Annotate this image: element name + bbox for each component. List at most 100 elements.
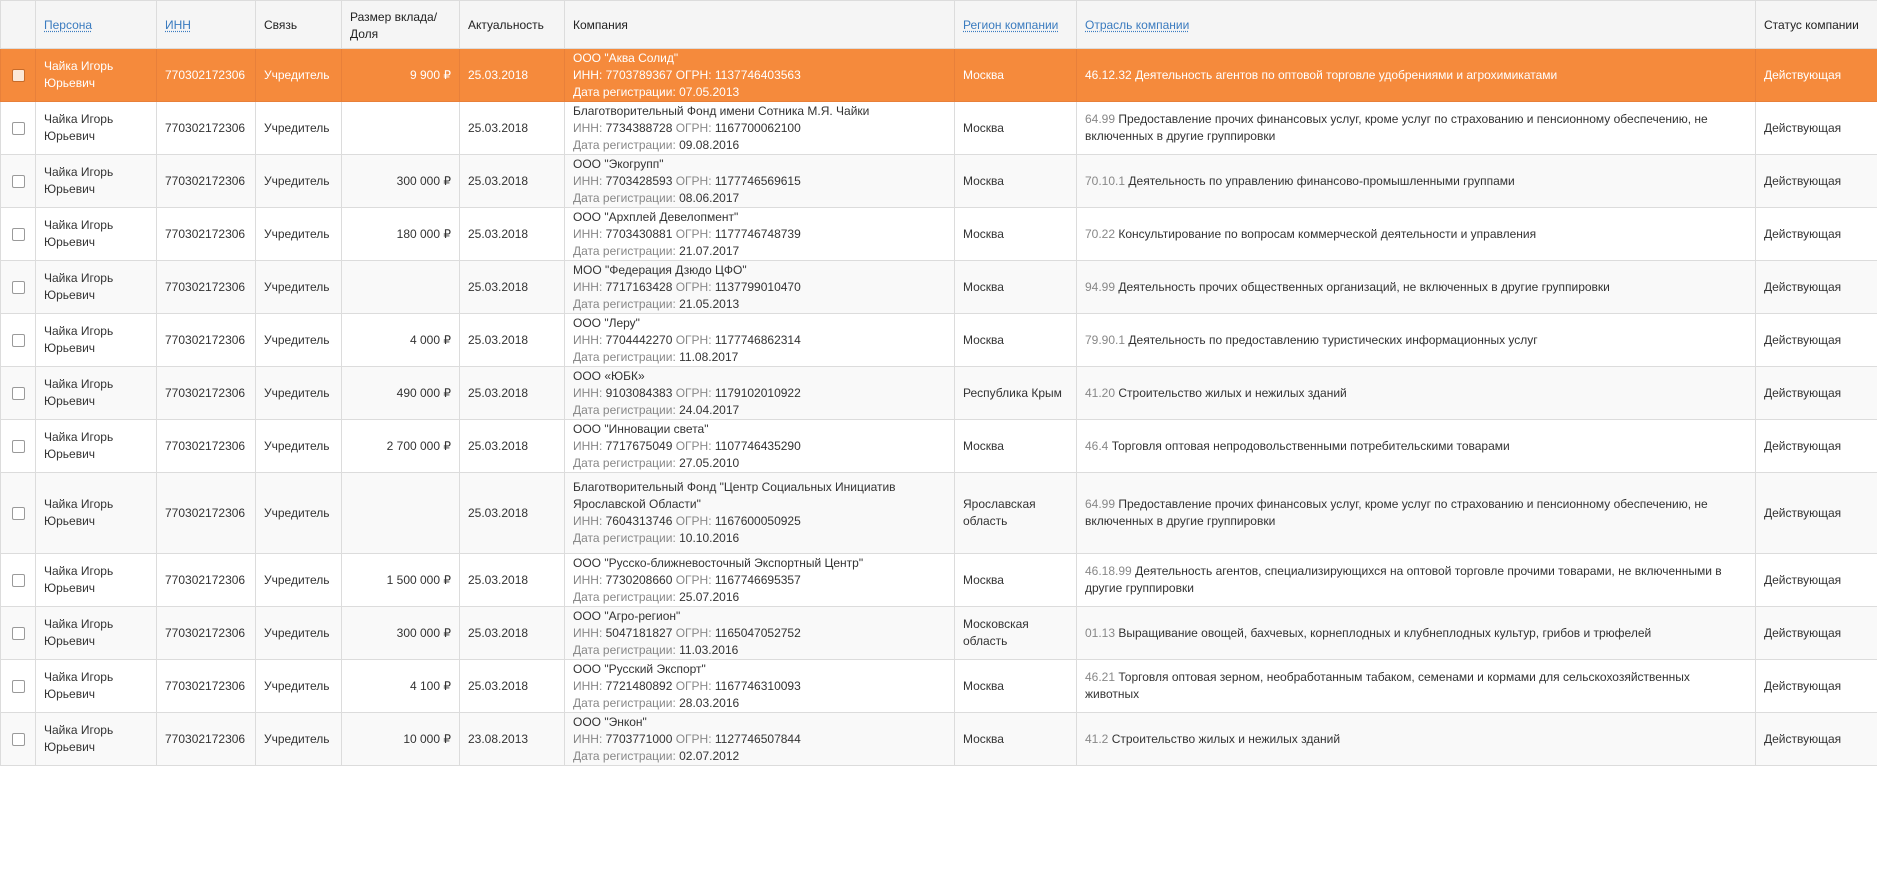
- person-name: Чайка Игорь Юрьевич: [44, 112, 114, 143]
- header-person[interactable]: Персона: [35, 0, 157, 49]
- table-row[interactable]: Чайка Игорь Юрьевич 770302172306 Учредит…: [0, 260, 1877, 314]
- row-select-cell[interactable]: [0, 606, 36, 660]
- company-ogrn-label: ОГРН:: [672, 678, 715, 693]
- company-name: ООО "Аква Солид": [573, 50, 679, 65]
- company-region: Ярославская область: [963, 497, 1036, 528]
- row-select-cell[interactable]: [0, 419, 36, 473]
- region-cell: Москва: [954, 553, 1077, 607]
- row-checkbox[interactable]: [11, 626, 25, 640]
- row-checkbox[interactable]: [11, 174, 25, 188]
- inn-cell: 770302172306: [156, 419, 256, 473]
- row-checkbox[interactable]: [11, 679, 25, 693]
- row-checkbox[interactable]: [11, 386, 25, 400]
- company-inn: 7730208660: [605, 572, 673, 587]
- row-checkbox[interactable]: [11, 227, 25, 241]
- header-inn[interactable]: ИНН: [156, 0, 256, 49]
- row-select-cell[interactable]: [0, 712, 36, 766]
- row-select-cell[interactable]: [0, 48, 36, 102]
- company-status: Действующая: [1764, 438, 1842, 453]
- company-registration: Дата регистрации: 02.07.2012: [573, 748, 946, 765]
- actuality-cell: 25.03.2018: [459, 366, 565, 420]
- inn-cell: 770302172306: [156, 101, 256, 155]
- company-inn: 7703789367: [605, 67, 673, 82]
- table-row[interactable]: Чайка Игорь Юрьевич 770302172306 Учредит…: [0, 472, 1877, 554]
- company-ogrn: 1165047052752: [714, 625, 801, 640]
- header-select-column: [0, 0, 36, 49]
- inn-cell: 770302172306: [156, 366, 256, 420]
- company-registration: Дата регистрации: 21.05.2013: [573, 296, 946, 313]
- company-inn-label: ИНН:: [573, 625, 606, 640]
- deposit-cell: 300 000 ₽: [341, 154, 460, 208]
- relation-type: Учредитель: [264, 385, 330, 400]
- row-checkbox[interactable]: [11, 732, 25, 746]
- relation-type: Учредитель: [264, 438, 330, 453]
- company-name: МОО "Федерация Дзюдо ЦФО": [573, 262, 747, 277]
- actuality-date: 25.03.2018: [468, 678, 529, 693]
- table-row[interactable]: Чайка Игорь Юрьевич 770302172306 Учредит…: [0, 207, 1877, 261]
- company-registration: Дата регистрации: 27.05.2010: [573, 455, 946, 472]
- actuality-date: 25.03.2018: [468, 332, 529, 347]
- company-inn: 9103084383: [605, 385, 673, 400]
- table-row[interactable]: Чайка Игорь Юрьевич 770302172306 Учредит…: [0, 553, 1877, 607]
- row-select-cell[interactable]: [0, 553, 36, 607]
- row-select-cell[interactable]: [0, 207, 36, 261]
- company-name: ООО "Экогрупп": [573, 156, 664, 171]
- results-page: Персона ИНН Связь Размер вклада/ Доля Ак…: [0, 0, 1877, 888]
- link-cell: Учредитель: [255, 712, 342, 766]
- table-row[interactable]: Чайка Игорь Юрьевич 770302172306 Учредит…: [0, 606, 1877, 660]
- company-region: Москва: [963, 332, 1004, 347]
- deposit-cell: 180 000 ₽: [341, 207, 460, 261]
- table-row[interactable]: Чайка Игорь Юрьевич 770302172306 Учредит…: [0, 419, 1877, 473]
- table-row[interactable]: Чайка Игорь Юрьевич 770302172306 Учредит…: [0, 366, 1877, 420]
- row-checkbox[interactable]: [11, 121, 25, 135]
- industry-code: 70.10.1: [1085, 173, 1126, 188]
- row-select-cell[interactable]: [0, 472, 36, 554]
- status-cell: Действующая: [1755, 553, 1877, 607]
- company-region: Москва: [963, 438, 1004, 453]
- company-reg-date: 21.05.2013: [679, 296, 740, 311]
- table-row[interactable]: Чайка Игорь Юрьевич 770302172306 Учредит…: [0, 659, 1877, 713]
- deposit-amount: 1 500 000 ₽: [386, 572, 451, 587]
- row-checkbox[interactable]: [11, 439, 25, 453]
- company-status: Действующая: [1764, 385, 1842, 400]
- actuality-date: 25.03.2018: [468, 505, 529, 520]
- table-row[interactable]: Чайка Игорь Юрьевич 770302172306 Учредит…: [0, 313, 1877, 367]
- inn-cell: 770302172306: [156, 260, 256, 314]
- actuality-cell: 25.03.2018: [459, 260, 565, 314]
- industry-cell: 70.10.1 Деятельность по управлению финан…: [1076, 154, 1756, 208]
- industry-text: Деятельность по управлению финансово-про…: [1128, 173, 1515, 188]
- header-industry[interactable]: Отрасль компании: [1076, 0, 1756, 49]
- industry-text: Выращивание овощей, бахчевых, корнеплодн…: [1118, 625, 1652, 640]
- row-checkbox[interactable]: [11, 68, 25, 82]
- industry-text: Деятельность агентов, специализирующихся…: [1085, 564, 1722, 595]
- person-name: Чайка Игорь Юрьевич: [44, 271, 114, 302]
- row-checkbox[interactable]: [11, 506, 25, 520]
- company-name: ООО "Русский Экспорт": [573, 661, 706, 676]
- company-cell: ООО "Энкон" ИНН: 7703771000 ОГРН: 112774…: [564, 712, 955, 766]
- header-region[interactable]: Регион компании: [954, 0, 1077, 49]
- region-cell: Республика Крым: [954, 366, 1077, 420]
- person-inn: 770302172306: [165, 678, 246, 693]
- row-select-cell[interactable]: [0, 260, 36, 314]
- actuality-cell: 25.03.2018: [459, 553, 565, 607]
- company-ogrn: 1167746695357: [714, 572, 801, 587]
- row-select-cell[interactable]: [0, 659, 36, 713]
- relation-type: Учредитель: [264, 226, 330, 241]
- row-checkbox[interactable]: [11, 280, 25, 294]
- industry-text: Деятельность по предоставлению туристиче…: [1128, 332, 1538, 347]
- table-row[interactable]: Чайка Игорь Юрьевич 770302172306 Учредит…: [0, 712, 1877, 766]
- row-checkbox[interactable]: [11, 573, 25, 587]
- table-row[interactable]: Чайка Игорь Юрьевич 770302172306 Учредит…: [0, 101, 1877, 155]
- company-status: Действующая: [1764, 572, 1842, 587]
- row-select-cell[interactable]: [0, 101, 36, 155]
- person-name: Чайка Игорь Юрьевич: [44, 59, 114, 90]
- row-checkbox[interactable]: [11, 333, 25, 347]
- relation-type: Учредитель: [264, 731, 330, 746]
- row-select-cell[interactable]: [0, 154, 36, 208]
- company-reg-label: Дата регистрации:: [573, 84, 680, 99]
- table-row[interactable]: Чайка Игорь Юрьевич 770302172306 Учредит…: [0, 154, 1877, 208]
- person-cell: Чайка Игорь Юрьевич: [35, 659, 157, 713]
- row-select-cell[interactable]: [0, 366, 36, 420]
- row-select-cell[interactable]: [0, 313, 36, 367]
- table-row[interactable]: Чайка Игорь Юрьевич 770302172306 Учредит…: [0, 48, 1877, 102]
